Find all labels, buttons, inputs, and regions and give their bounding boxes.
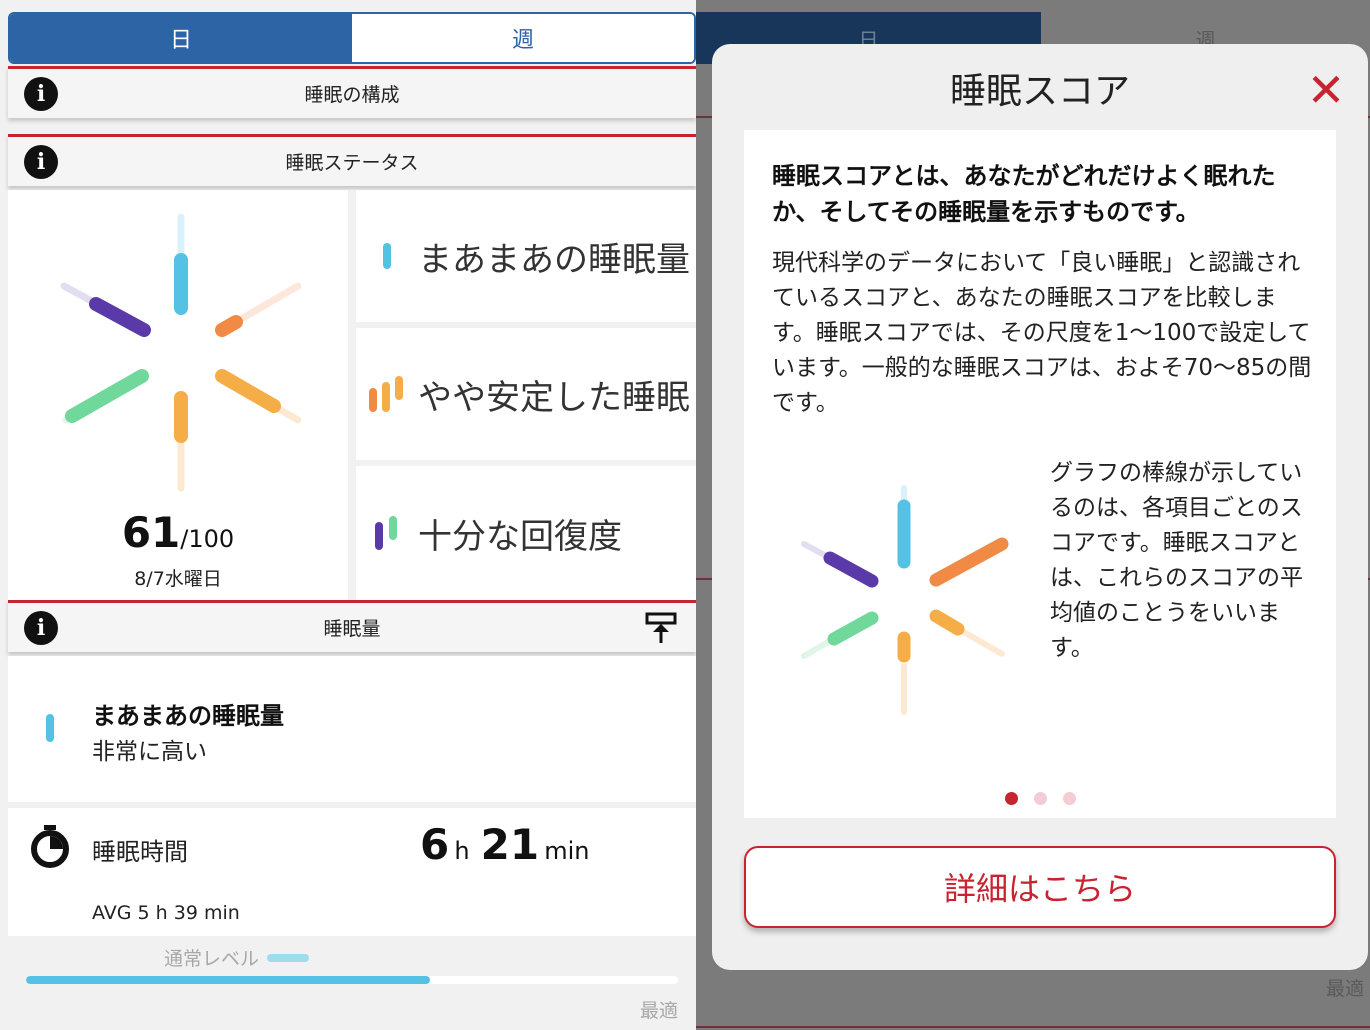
export-icon[interactable] bbox=[644, 611, 678, 645]
period-tabs: 日 週 bbox=[8, 12, 696, 64]
purple-green-bars-icon bbox=[356, 514, 418, 552]
details-button[interactable]: 詳細はこちら bbox=[744, 846, 1336, 928]
modal-ray-orange bbox=[929, 537, 1009, 587]
status-label: まあまあの睡眠量 bbox=[418, 239, 690, 280]
duration-minutes: 21 bbox=[480, 820, 540, 869]
normal-level-swatch bbox=[267, 953, 310, 962]
status-label: やや安定した睡眠 bbox=[418, 377, 690, 418]
blue-bar-icon bbox=[356, 241, 418, 271]
score-value: 61 bbox=[121, 508, 181, 557]
section-header-quantity[interactable]: i 睡眠量 bbox=[8, 600, 696, 652]
score-ray-amber bbox=[215, 369, 281, 413]
modal-ray-green bbox=[827, 611, 879, 646]
modal-overlay[interactable]: 日 週 最適 睡眠スコア ✕ 睡眠スコアとは、あなたがどれだけよく眠れたか、そし… bbox=[696, 0, 1370, 1030]
duration-value: 6 h 21 min bbox=[420, 820, 595, 869]
modal-body-text: 現代科学のデータにおいて「良い睡眠」と認識されているスコアと、あなたの睡眠スコア… bbox=[772, 250, 1312, 416]
page-dot[interactable] bbox=[1062, 792, 1076, 805]
info-icon[interactable]: i bbox=[24, 144, 58, 179]
modal-content-card: 睡眠スコアとは、あなたがどれだけよく眠れたか、そしてその睡眠量を示すものです。 … bbox=[744, 130, 1336, 818]
info-icon[interactable]: i bbox=[24, 610, 58, 645]
modal-ray-purple bbox=[823, 551, 879, 588]
duration-minutes-unit: min bbox=[544, 837, 590, 865]
stopwatch-icon bbox=[31, 825, 69, 868]
section-header-composition[interactable]: i 睡眠の構成 bbox=[8, 66, 696, 118]
section-title: 睡眠量 bbox=[323, 618, 381, 640]
modal-side-text: グラフの棒線が示しているのは、各項目ごとのスコアです。睡眠スコアとは、これらのス… bbox=[1050, 460, 1303, 661]
normal-level-label: 通常レベル bbox=[164, 948, 260, 970]
info-icon[interactable]: i bbox=[24, 76, 58, 111]
sleep-quantity-card: まあまあの睡眠量 非常に高い bbox=[8, 656, 696, 802]
dimmed-optimal-label: 最適 bbox=[1325, 978, 1364, 1000]
quantity-indicator bbox=[46, 714, 54, 742]
level-progress-track bbox=[26, 976, 678, 984]
score-ray-purple bbox=[89, 297, 151, 337]
sleep-score-modal: 睡眠スコア ✕ 睡眠スコアとは、あなたがどれだけよく眠れたか、そしてその睡眠量を… bbox=[712, 44, 1368, 970]
page-indicator[interactable] bbox=[744, 792, 1336, 805]
status-card-stability[interactable]: やや安定した睡眠 bbox=[356, 328, 696, 460]
sleep-status-panel: 61/100 8/7水曜日 まあまあの睡眠量 やや安定した睡眠 十分な回復度 bbox=[8, 190, 696, 600]
close-icon[interactable]: ✕ bbox=[1306, 67, 1346, 113]
sleep-score-star-graphic bbox=[801, 485, 1009, 715]
modal-ray-amber bbox=[929, 609, 965, 636]
dimmed-divider bbox=[696, 1026, 1370, 1028]
status-card-quantity[interactable]: まあまあの睡眠量 bbox=[356, 190, 696, 322]
duration-label: 睡眠時間 bbox=[92, 838, 188, 866]
score-panel: 61/100 8/7水曜日 bbox=[8, 190, 348, 600]
sleep-dashboard: 日 週 i 睡眠の構成 i 睡眠ステータス 61/100 8/7水曜日 まあまあ… bbox=[0, 0, 704, 1030]
sleep-duration-card: 睡眠時間 6 h 21 min AVG 5 h 39 min bbox=[8, 808, 696, 936]
page-dot[interactable] bbox=[1004, 792, 1018, 805]
orange-bars-icon bbox=[356, 374, 418, 414]
score-date: 8/7水曜日 bbox=[134, 568, 222, 590]
duration-hours-unit: h bbox=[454, 837, 470, 865]
modal-heading: 睡眠スコアとは、あなたがどれだけよく眠れたか、そしてその睡眠量を示すものです。 bbox=[772, 162, 1276, 226]
duration-hours: 6 bbox=[420, 820, 450, 869]
section-header-status[interactable]: i 睡眠ステータス bbox=[8, 134, 696, 186]
optimal-label: 最適 bbox=[639, 1000, 678, 1022]
sleep-score-star-graphic bbox=[60, 213, 302, 492]
page-dot[interactable] bbox=[1033, 792, 1047, 805]
level-bar-area: 通常レベル 最適 bbox=[8, 936, 696, 1030]
score-max: /100 bbox=[180, 525, 235, 553]
modal-title: 睡眠スコア bbox=[949, 71, 1130, 112]
duration-average: AVG 5 h 39 min bbox=[92, 902, 240, 924]
normal-level-legend: 通常レベル bbox=[164, 944, 310, 971]
sleep-score: 61/100 bbox=[8, 508, 348, 557]
score-ray-orange bbox=[215, 315, 243, 337]
quantity-level: 非常に高い bbox=[92, 739, 207, 765]
score-ray-green bbox=[65, 369, 149, 423]
status-label: 十分な回復度 bbox=[418, 516, 622, 557]
section-title: 睡眠の構成 bbox=[304, 84, 400, 106]
level-progress-fill bbox=[26, 976, 431, 984]
tab-week[interactable]: 週 bbox=[352, 14, 694, 62]
tab-day[interactable]: 日 bbox=[10, 14, 352, 62]
section-title: 睡眠ステータス bbox=[285, 152, 419, 174]
quantity-title: まあまあの睡眠量 bbox=[92, 702, 284, 730]
status-card-recovery[interactable]: 十分な回復度 bbox=[356, 466, 696, 600]
